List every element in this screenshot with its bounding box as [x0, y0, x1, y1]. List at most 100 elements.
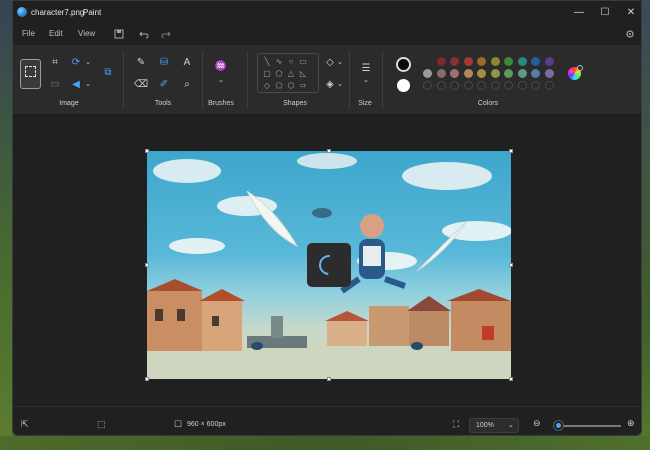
hexagon-shape-icon[interactable]: ⬡ — [286, 81, 296, 91]
eraser-icon[interactable]: ⌫ — [134, 79, 148, 91]
zoom-dropdown[interactable]: 100% ⌄ — [469, 418, 519, 433]
color-swatch[interactable] — [517, 57, 527, 66]
canvas-size-icon: ☐ — [174, 419, 183, 429]
minimize-button[interactable]: — — [567, 5, 591, 21]
brush-icon[interactable]: ♒ — [214, 61, 228, 73]
brushes-dropdown-chevron-icon[interactable]: ⌄ — [214, 75, 228, 87]
color-swatch[interactable] — [436, 69, 446, 78]
close-button[interactable]: ✕ — [619, 5, 641, 21]
size-dropdown-chevron-icon[interactable]: ⌄ — [359, 75, 373, 87]
menu-edit[interactable]: Edit — [49, 29, 63, 38]
pencil-icon[interactable]: ✎ — [134, 57, 148, 69]
save-icon[interactable] — [114, 29, 124, 42]
empty-color-slot[interactable] — [504, 81, 513, 90]
fill-dropdown-chevron-icon[interactable]: ⌄ — [333, 79, 347, 91]
resize-handle-top-right[interactable] — [509, 149, 513, 153]
color-swatch[interactable] — [531, 69, 540, 78]
empty-color-slot[interactable] — [477, 81, 486, 90]
empty-color-slot[interactable] — [490, 81, 500, 90]
group-label-size: Size — [358, 100, 372, 107]
zoom-slider-track[interactable] — [553, 425, 621, 427]
group-label-shapes: Shapes — [283, 100, 307, 107]
resize-handle-right[interactable] — [509, 263, 513, 267]
polygon-shape-icon[interactable]: ⬠ — [274, 69, 284, 79]
color-swatch[interactable] — [504, 57, 513, 66]
color-swatch[interactable] — [423, 57, 432, 66]
color-swatch[interactable] — [517, 69, 527, 78]
flip-dropdown-chevron-icon[interactable]: ⌄ — [81, 79, 95, 91]
color-picker-icon[interactable]: ✐ — [157, 79, 171, 91]
rotate-dropdown-chevron-icon[interactable]: ⌄ — [81, 57, 95, 69]
color-swatch[interactable] — [490, 57, 500, 66]
resize-handle-top[interactable] — [327, 149, 331, 153]
color-swatch[interactable] — [477, 57, 486, 66]
outline-dropdown-chevron-icon[interactable]: ⌄ — [333, 57, 347, 69]
color-swatch[interactable] — [504, 69, 513, 78]
right-triangle-shape-icon[interactable]: ◺ — [298, 69, 308, 79]
color-swatch[interactable] — [490, 69, 500, 78]
selection-tool-button[interactable] — [20, 59, 41, 89]
diamond-shape-icon[interactable]: ◇ — [262, 81, 272, 91]
crop-icon[interactable]: ⌗ — [48, 57, 62, 69]
empty-color-slot[interactable] — [531, 81, 540, 90]
size-lines-icon[interactable]: ☰ — [359, 63, 373, 75]
primary-color-swatch[interactable] — [396, 57, 411, 72]
resize-handle-bottom[interactable] — [327, 377, 331, 381]
oval-shape-icon[interactable]: ○ — [286, 57, 296, 67]
empty-color-slot[interactable] — [423, 81, 432, 90]
fit-to-window-icon[interactable]: ⛶ — [453, 419, 459, 430]
pointer-position-icon: ⇱ — [21, 419, 29, 429]
image-background-icon[interactable]: ⧉ — [101, 67, 115, 79]
color-swatch[interactable] — [423, 69, 432, 78]
group-label-tools: Tools — [154, 100, 172, 107]
secondary-color-swatch[interactable] — [397, 79, 410, 92]
color-swatch[interactable] — [450, 57, 459, 66]
color-swatch[interactable] — [531, 57, 540, 66]
line-shape-icon[interactable]: ╲ — [262, 57, 272, 67]
resize-handle-top-left[interactable] — [145, 149, 149, 153]
canvas-image[interactable] — [147, 151, 511, 379]
undo-icon[interactable] — [139, 29, 149, 42]
canvas-dimensions: 960 × 600px — [187, 421, 226, 428]
status-bar: ⇱ ⬚ ☐ 960 × 600px ⛶ 100% ⌄ ⊖ ⊕ — [13, 406, 641, 435]
rounded-rect-shape-icon[interactable]: ▢ — [262, 69, 272, 79]
empty-color-slot[interactable] — [544, 81, 554, 90]
zoom-slider-thumb[interactable] — [554, 421, 564, 430]
zoom-in-icon[interactable]: ⊕ — [627, 418, 635, 429]
desktop-wallpaper-right — [642, 0, 650, 450]
color-swatch[interactable] — [436, 57, 446, 66]
color-swatch[interactable] — [544, 69, 554, 78]
fill-icon[interactable]: ⛁ — [157, 57, 171, 69]
color-swatch[interactable] — [450, 69, 459, 78]
empty-color-slot[interactable] — [436, 81, 446, 90]
redo-icon[interactable] — [161, 29, 171, 42]
curve-shape-icon[interactable]: ∿ — [274, 57, 284, 67]
color-swatch[interactable] — [477, 69, 486, 78]
empty-color-slot[interactable] — [450, 81, 459, 90]
empty-color-slot[interactable] — [517, 81, 527, 90]
magnifier-icon[interactable]: ⌕ — [180, 79, 194, 91]
menu-view[interactable]: View — [78, 29, 95, 38]
color-swatch[interactable] — [544, 57, 554, 66]
title-bar[interactable]: character7.png Paint — ☐ ✕ — [13, 1, 641, 25]
empty-color-slot[interactable] — [463, 81, 473, 90]
zoom-value: 100% — [476, 422, 494, 429]
resize-handle-bottom-right[interactable] — [509, 377, 513, 381]
resize-handle-bottom-left[interactable] — [145, 377, 149, 381]
gear-icon[interactable] — [625, 29, 635, 42]
triangle-shape-icon[interactable]: △ — [286, 69, 296, 79]
canvas-area[interactable] — [13, 116, 641, 406]
rectangle-shape-icon[interactable]: ▭ — [298, 57, 308, 67]
color-swatch[interactable] — [463, 69, 473, 78]
zoom-out-icon[interactable]: ⊖ — [533, 418, 541, 429]
resize-icon[interactable]: ▭ — [48, 79, 62, 91]
resize-handle-left[interactable] — [145, 263, 149, 267]
color-swatch[interactable] — [463, 57, 473, 66]
arrow-shape-icon[interactable]: ⇨ — [298, 81, 308, 91]
selection-icon — [25, 66, 36, 77]
pentagon-shape-icon[interactable]: ⬠ — [274, 81, 284, 91]
maximize-button[interactable]: ☐ — [593, 5, 617, 21]
menu-file[interactable]: File — [22, 29, 35, 38]
text-icon[interactable]: A — [180, 57, 194, 69]
window-title-file: character7.png — [31, 8, 85, 17]
